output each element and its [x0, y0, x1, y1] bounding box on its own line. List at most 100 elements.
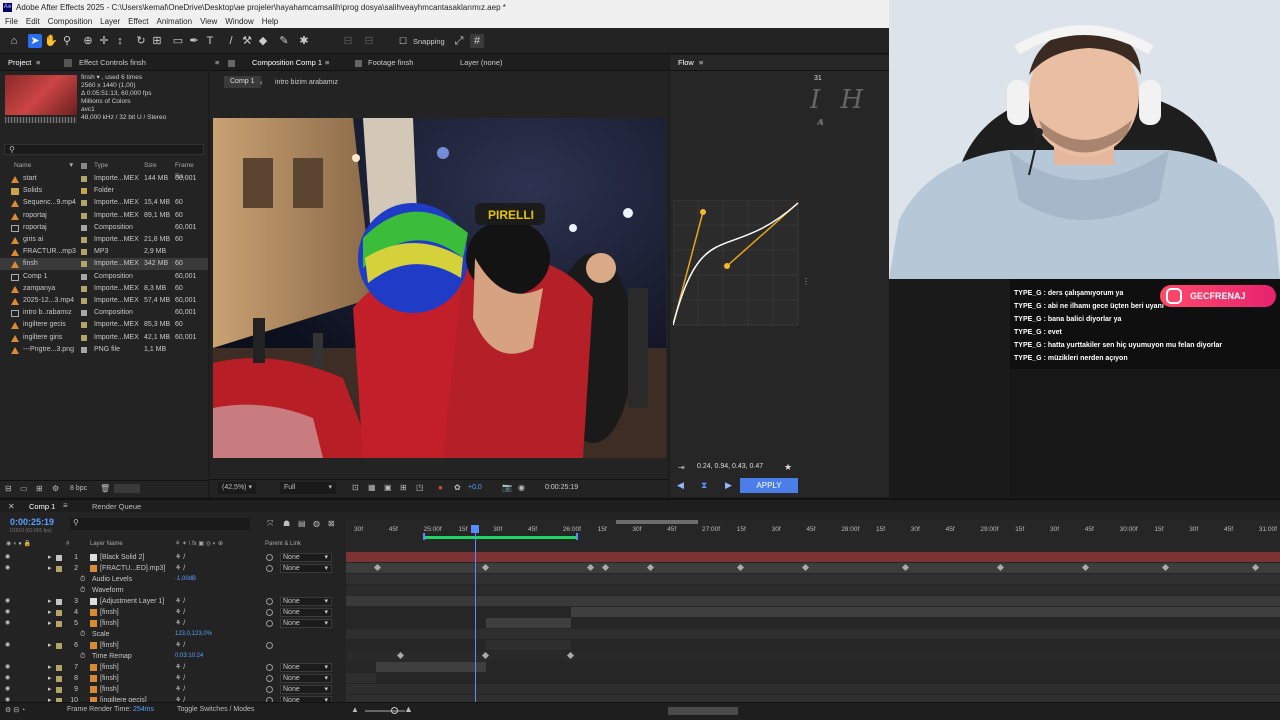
- pickwhip-icon[interactable]: [266, 554, 273, 561]
- pickwhip-icon[interactable]: [266, 609, 273, 616]
- layer-row[interactable]: ◉ ▸ 2 [FRACTU...ED].mp3] ⚘ / None ▾: [0, 563, 345, 574]
- layer-track-bar[interactable]: [346, 596, 1280, 606]
- expand-arrow-icon[interactable]: ▸: [48, 596, 52, 607]
- zoom-dropdown[interactable]: (42,5%) ▾: [218, 482, 256, 494]
- motion-blur-icon[interactable]: ◍: [313, 519, 320, 528]
- work-area-brackets[interactable]: [423, 533, 578, 540]
- layer-track-bar[interactable]: [571, 607, 1280, 617]
- parent-dropdown[interactable]: None ▾: [280, 608, 332, 617]
- project-item[interactable]: giris ai Importe...MEX 21,8 MB 60: [0, 234, 208, 246]
- close-tab-icon[interactable]: ✕: [8, 502, 15, 511]
- roto-tool-icon[interactable]: ✎: [277, 34, 291, 48]
- work-area-navigator[interactable]: [616, 520, 698, 524]
- eye-icon[interactable]: ◉: [5, 662, 10, 673]
- layer-label-color[interactable]: [56, 621, 62, 627]
- home-icon[interactable]: ⌂: [7, 34, 21, 48]
- menu-window[interactable]: Window: [225, 17, 253, 26]
- stopwatch-icon[interactable]: ⏱: [80, 574, 85, 585]
- region-of-interest-icon[interactable]: ⊡: [352, 483, 359, 492]
- puppet-tool-icon[interactable]: ✱: [297, 34, 311, 48]
- panel-menu-icon[interactable]: ≡: [36, 55, 40, 71]
- layer-switches[interactable]: ⚘ /: [175, 563, 185, 574]
- label-color-swatch[interactable]: [81, 298, 87, 304]
- pickwhip-icon[interactable]: [266, 686, 273, 693]
- label-color-swatch[interactable]: [81, 224, 87, 231]
- eye-icon[interactable]: ◉: [5, 640, 10, 651]
- col-size[interactable]: Size: [144, 160, 157, 171]
- layer-name[interactable]: [finsh]: [100, 662, 119, 673]
- project-item[interactable]: zampanya Importe...MEX 8,3 MB 60: [0, 283, 208, 295]
- distribute-icon[interactable]: ⊟: [362, 34, 376, 48]
- project-item[interactable]: Comp 1 Composition 60,001: [0, 271, 208, 283]
- layer-row[interactable]: ◉ ▸ 9 [finsh] ⚘ / None ▾: [0, 684, 345, 695]
- label-color-swatch[interactable]: [81, 200, 87, 207]
- lock-icon[interactable]: [355, 60, 362, 67]
- mask-visibility-icon[interactable]: ▣: [384, 483, 392, 492]
- layer-switches[interactable]: ⚘ /: [175, 618, 185, 629]
- col-layer-name[interactable]: Layer Name: [90, 539, 123, 550]
- zoom-out-icon[interactable]: ▲: [351, 705, 359, 714]
- pickwhip-icon[interactable]: [266, 565, 273, 572]
- breadcrumb-intro[interactable]: intro bizim arabamız: [275, 79, 338, 86]
- zoom-tool-icon[interactable]: ⚲: [60, 34, 74, 48]
- next-preset-icon[interactable]: ▶: [725, 480, 732, 491]
- panel-menu-icon[interactable]: ≡: [63, 501, 68, 510]
- graph-editor-icon[interactable]: ⊠: [328, 519, 335, 528]
- project-item[interactable]: start Importe...MEX 144 MB 60,001: [0, 173, 208, 185]
- property-value[interactable]: 0:03:10:24: [175, 651, 203, 662]
- layer-row[interactable]: ◉ ▸ 8 [finsh] ⚘ / None ▾: [0, 673, 345, 684]
- parent-dropdown[interactable]: None ▾: [280, 597, 332, 606]
- layer-label-color[interactable]: [56, 555, 62, 561]
- parent-dropdown[interactable]: None ▾: [280, 564, 332, 573]
- bezier-curve-editor[interactable]: [673, 200, 803, 330]
- expand-arrow-icon[interactable]: ▸: [48, 618, 52, 629]
- layer-track-bar[interactable]: [346, 552, 1280, 562]
- label-color-swatch[interactable]: [81, 176, 87, 182]
- anchor-tool-icon[interactable]: ⊞: [150, 34, 164, 48]
- snapshot-icon[interactable]: 📷: [502, 483, 512, 492]
- layer-name[interactable]: [finsh]: [100, 618, 119, 629]
- color-channel-icon[interactable]: ●: [438, 483, 443, 492]
- orbit-tool-icon[interactable]: ⊕: [81, 34, 95, 48]
- project-scrollbar[interactable]: [114, 484, 140, 493]
- playhead-line[interactable]: [475, 528, 476, 703]
- lock-icon[interactable]: [64, 59, 72, 67]
- tab-project[interactable]: Project: [8, 55, 31, 71]
- label-color-swatch[interactable]: [81, 188, 87, 195]
- timeline-zoom-slider[interactable]: [365, 710, 405, 712]
- new-folder-icon[interactable]: ▭: [20, 484, 28, 493]
- panel-resize-handle-icon[interactable]: ⋮: [802, 277, 810, 286]
- draft-3d-icon[interactable]: ⤧: [267, 519, 273, 529]
- layer-label-color[interactable]: [56, 676, 62, 682]
- layer-track-bar[interactable]: [376, 662, 486, 672]
- layer-name[interactable]: [FRACTU...ED].mp3]: [100, 563, 165, 574]
- viewer-timecode[interactable]: 0:00:25:19: [545, 484, 578, 491]
- project-item[interactable]: ---Pngtre...3.png PNG file 1,1 MB: [0, 344, 208, 356]
- layer-name[interactable]: [Black Solid 2]: [100, 552, 144, 563]
- stopwatch-icon[interactable]: ⏱: [80, 585, 85, 596]
- layer-label-color[interactable]: [56, 665, 62, 671]
- layer-name[interactable]: [finsh]: [100, 684, 119, 695]
- tab-comp-1[interactable]: Comp 1: [29, 502, 55, 511]
- menu-edit[interactable]: Edit: [26, 17, 40, 26]
- layer-name[interactable]: [finsh]: [100, 673, 119, 684]
- layer-property-row[interactable]: Time Remap 0:03:10:24 ⏱: [0, 651, 345, 662]
- eye-icon[interactable]: ◉: [5, 607, 10, 618]
- grid-icon[interactable]: #: [470, 34, 484, 48]
- exposure-value[interactable]: +0,0: [468, 484, 482, 491]
- timeline-horizontal-scrollbar[interactable]: [668, 707, 738, 715]
- favorite-star-icon[interactable]: ★: [784, 462, 792, 473]
- dolly-tool-icon[interactable]: ↕: [113, 34, 127, 48]
- zoom-in-icon[interactable]: ▲: [404, 704, 413, 714]
- pickwhip-icon[interactable]: [266, 642, 273, 649]
- layer-property-row[interactable]: Scale 123,0,123,0% ⏱: [0, 629, 345, 640]
- expand-arrow-icon[interactable]: ▸: [48, 662, 52, 673]
- timeline-search-input[interactable]: ⚲: [70, 518, 250, 530]
- expand-arrow-icon[interactable]: ▸: [48, 552, 52, 563]
- selection-tool-icon[interactable]: ➤: [28, 34, 42, 48]
- property-track[interactable]: [346, 585, 1280, 595]
- layer-name[interactable]: [finsh]: [100, 640, 119, 651]
- toggle-switches-modes[interactable]: Toggle Switches / Modes: [177, 706, 254, 713]
- project-item[interactable]: Sequenc...9.mp4 Importe...MEX 15,4 MB 60: [0, 197, 208, 209]
- label-color-swatch[interactable]: [81, 249, 87, 256]
